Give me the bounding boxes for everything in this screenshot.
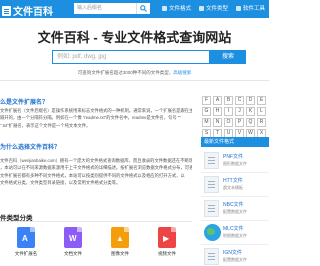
format-name[interactable]: MLC文件	[223, 225, 244, 232]
letter-link[interactable]: O	[224, 118, 233, 127]
icon-glyph: ▲	[116, 234, 124, 243]
letter-link[interactable]: E	[257, 96, 266, 105]
hint-text: 可查询文件扩展名超过3000种不同的文件类型，	[77, 70, 174, 75]
format-desc: 配置数据文件	[223, 209, 247, 214]
main-search-button[interactable]: 搜索	[210, 50, 246, 64]
text-line: 文件扩展名（文件后缀名）是操作系统用来标志文件格式的一种机制。通常来说，一个扩展…	[0, 108, 192, 113]
nav-label: 文件类型	[206, 6, 229, 12]
category-documents[interactable]: W 文档文件	[51, 227, 95, 266]
main-search-input[interactable]: 例如: pdf, dwg, jpg	[52, 50, 210, 64]
icon-glyph: ▶	[163, 234, 170, 243]
letter-link[interactable]: N	[213, 118, 222, 127]
letter-link[interactable]: I	[224, 107, 233, 116]
file-thumbnail-icon	[204, 176, 219, 193]
logo-text: 文件百科	[13, 7, 53, 18]
globe-icon	[204, 224, 221, 241]
text-line: 文件扩展名都有多种不同文件格式，本站可以按类别提供不同的文件格式以及相应的打开方…	[0, 172, 185, 178]
list-icon	[162, 6, 167, 11]
section-title-why: 为什么选择文件百科？	[0, 145, 61, 151]
text-line: 文件格式分类，文件类型目录链接，以及常用文件格式分类等。	[0, 179, 121, 185]
search-icon	[140, 5, 147, 12]
latest-format-item[interactable]: PNF文件 图形数据文件	[201, 148, 269, 173]
nav-label: 文件格式	[169, 6, 192, 12]
latest-format-item[interactable]: MLC文件 地图数据文件	[201, 220, 269, 245]
nav-file-types[interactable]: 文件类型	[199, 4, 228, 12]
letter-link[interactable]: C	[235, 96, 244, 105]
nav-file-formats[interactable]: 文件格式	[162, 4, 191, 12]
letter-link[interactable]: A	[213, 96, 222, 105]
format-name[interactable]: HTT文件	[223, 177, 243, 184]
format-name[interactable]: PNF文件	[223, 153, 243, 160]
letter-link[interactable]: P	[235, 118, 244, 127]
text-line: 隔开的，由一个分隔符分隔。例如在一个像 "readme.txt"的文件名中，re…	[0, 115, 181, 121]
icon-glyph: A	[22, 234, 28, 243]
category-extensions[interactable]: A 文件扩展名	[4, 227, 48, 266]
latest-format-item[interactable]: HTT文件 超文本模板	[201, 172, 269, 197]
format-desc: 超文本模板	[223, 185, 243, 190]
divider	[0, 80, 269, 81]
letter-link[interactable]: H	[213, 107, 222, 116]
letter-link[interactable]: L	[257, 107, 266, 116]
tool-icon	[236, 6, 241, 11]
header-search-input[interactable]: 输入后缀名	[74, 3, 136, 14]
format-name[interactable]: NBC文件	[223, 201, 244, 208]
section-title-extension: 么是文件扩展名？	[0, 100, 49, 106]
letter-link[interactable]: F	[202, 96, 211, 105]
category-label: 图像文件	[111, 251, 129, 256]
search-hint: 可查询文件扩展名超过3000种不同的文件类型，高级搜索	[0, 70, 269, 76]
nav-software-tools[interactable]: 软件工具	[236, 4, 265, 12]
letter-link[interactable]: J	[235, 107, 244, 116]
divider	[0, 221, 192, 222]
image-file-icon: ▲	[111, 227, 129, 248]
category-images[interactable]: ▲ 图像文件	[98, 227, 142, 266]
category-label: 视频文件	[158, 251, 176, 256]
document-file-icon: W	[64, 227, 82, 248]
top-bar: 文件百科 输入后缀名 文件格式 文件类型 软件工具	[0, 0, 269, 18]
latest-format-item[interactable]: IGN文件 配置数据文件	[201, 244, 269, 266]
letter-link[interactable]: K	[246, 107, 255, 116]
nav-label: 软件工具	[243, 6, 266, 12]
file-thumbnail-icon	[204, 152, 219, 169]
text-line: 文件百科（wenjianbaike.com）拥有一个庞大的文件格式查询数据库，而…	[0, 158, 192, 163]
letter-link[interactable]: R	[257, 118, 266, 127]
icon-glyph: W	[69, 234, 77, 243]
category-label: 文件扩展名	[14, 251, 38, 256]
folder-icon	[199, 6, 204, 11]
letter-link[interactable]: Q	[246, 118, 255, 127]
latest-format-item[interactable]: NBC文件 配置数据文件	[201, 196, 269, 221]
format-desc: 地图数据文件	[223, 233, 247, 238]
text-line: ".txt"扩展名，表示这个文件是一个纯文本文件。	[0, 122, 91, 128]
letter-link[interactable]: D	[246, 96, 255, 105]
file-thumbnail-icon	[204, 248, 219, 265]
letter-link[interactable]: B	[224, 96, 233, 105]
section-text-extension: 文件扩展名（文件后缀名）是操作系统用来标志文件格式的一种机制。通常来说，一个扩展…	[0, 107, 192, 129]
site-logo[interactable]: 文件百科	[2, 3, 53, 18]
file-thumbnail-icon	[204, 200, 219, 217]
latest-formats-heading: 最新文件格式	[201, 137, 269, 147]
format-desc: 配置数据文件	[223, 257, 247, 262]
text-line: ，本站可以在不同来源数据来源用于上千文件格式的详细描述。按扩展名浏览数据文件格式…	[0, 165, 192, 171]
letter-link[interactable]: M	[202, 118, 211, 127]
format-desc: 图形数据文件	[223, 161, 247, 166]
video-file-icon: ▶	[158, 227, 176, 248]
advanced-search-link[interactable]: 高级搜索	[173, 70, 191, 75]
header-search-button[interactable]	[136, 3, 150, 14]
extension-file-icon: A	[17, 227, 35, 248]
category-label: 文档文件	[64, 251, 82, 256]
page-title: 文件百科 - 专业文件格式查询网站	[37, 30, 232, 45]
document-icon	[2, 6, 11, 16]
letter-link[interactable]: G	[202, 107, 211, 116]
format-name[interactable]: IGN文件	[223, 249, 242, 256]
category-videos[interactable]: ▶ 视频文件	[145, 227, 189, 266]
section-text-why: 文件百科（wenjianbaike.com）拥有一个庞大的文件格式查询数据库，而…	[0, 157, 192, 186]
